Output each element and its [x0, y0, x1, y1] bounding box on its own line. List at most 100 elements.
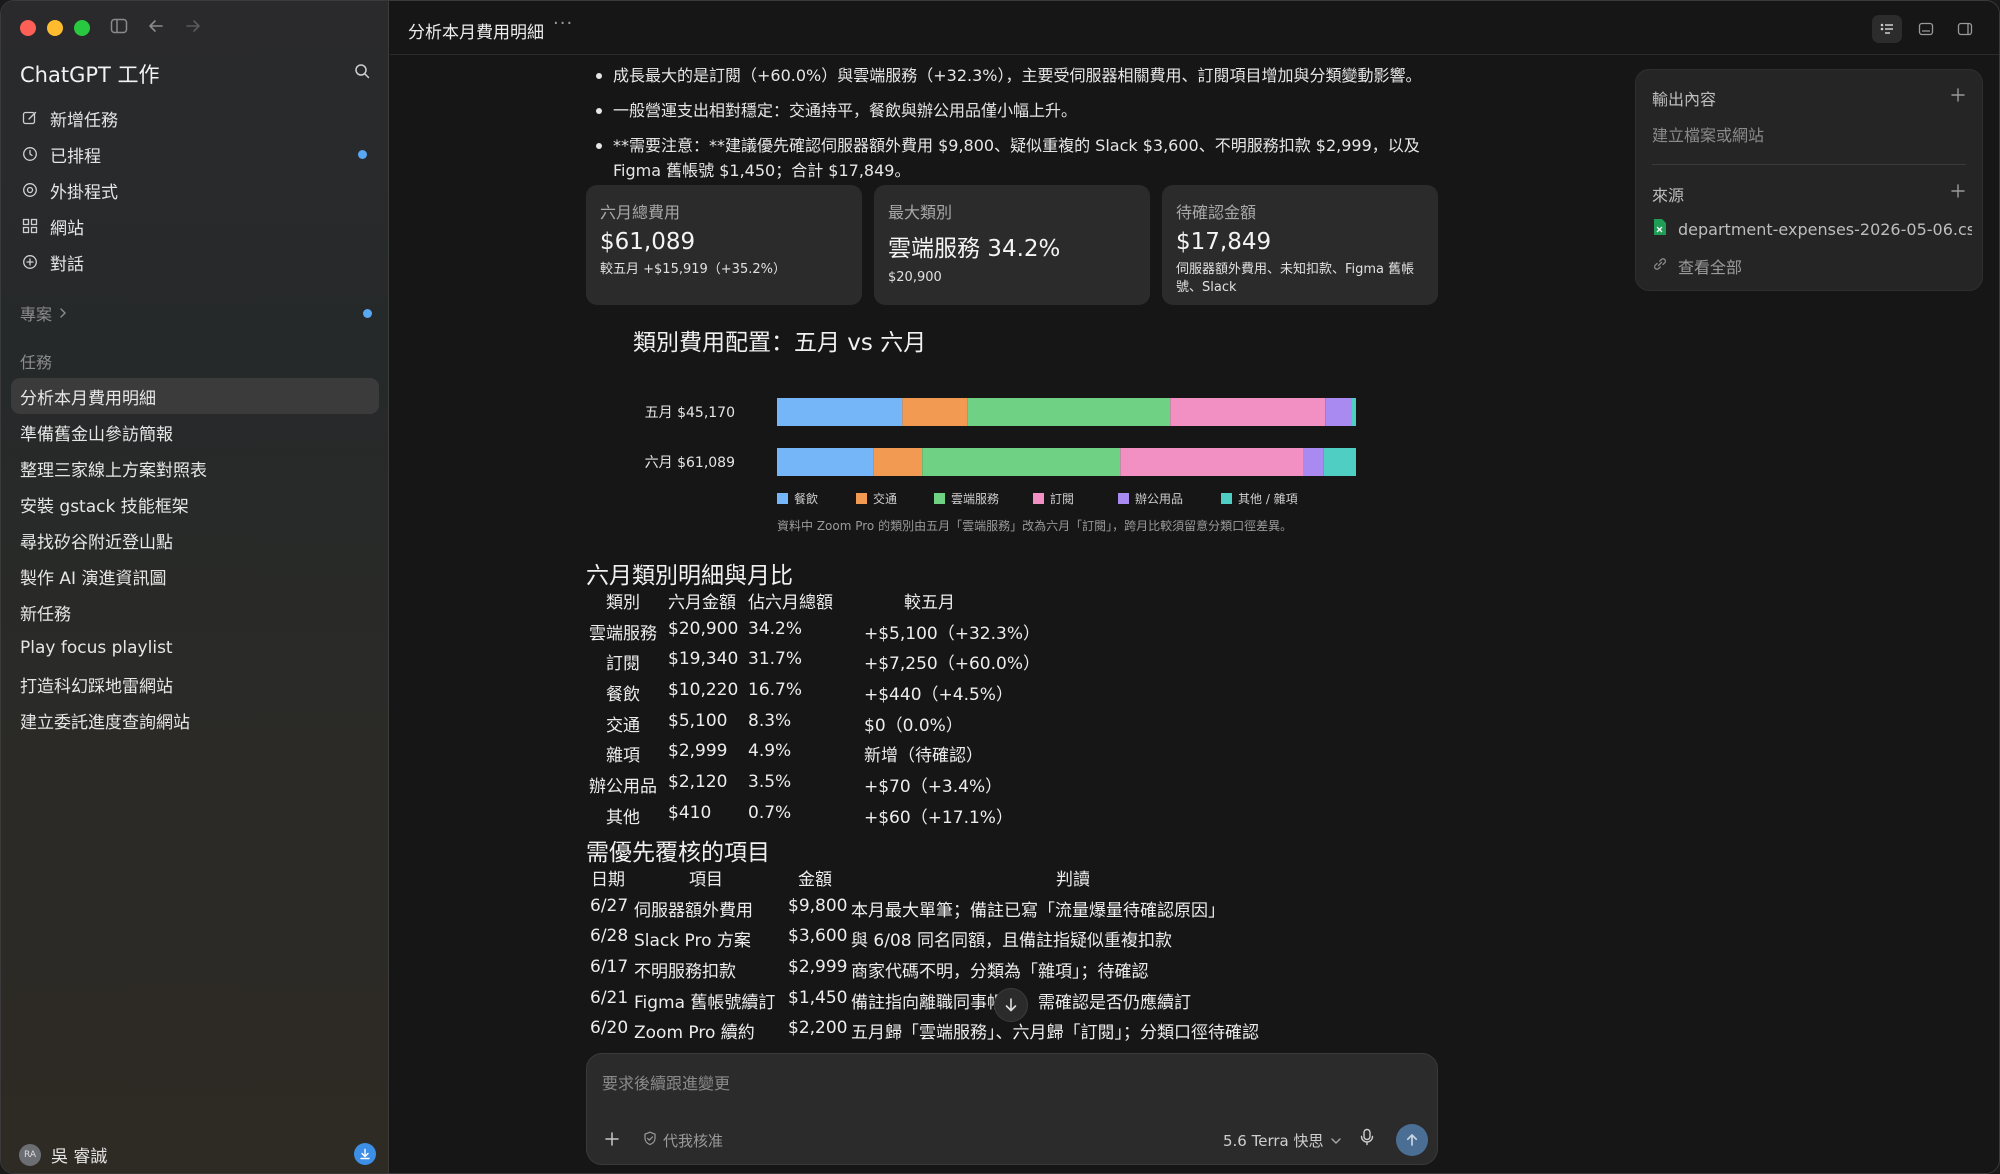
- sidebar: ChatGPT 工作 新增任務 已排程 外掛程式 網站 對話 專案 任務 分析本…: [1, 1, 389, 1173]
- table-cell: 新增（待確認）: [864, 746, 983, 767]
- sidebar-nav: 新增任務 已排程 外掛程式 網站 對話: [11, 100, 379, 280]
- task-item[interactable]: 尋找矽谷附近登山點: [11, 522, 379, 558]
- search-icon[interactable]: [354, 63, 370, 83]
- task-item[interactable]: 分析本月費用明細: [11, 378, 379, 414]
- bar-segment: [777, 448, 874, 476]
- chart-title: 類別費用配置：五月 vs 六月: [633, 330, 927, 356]
- spreadsheet-icon: [1652, 218, 1668, 240]
- bar-segment: [902, 398, 968, 426]
- task-item[interactable]: Play focus playlist: [11, 630, 379, 666]
- table-row: 辦公用品 $2,120 3.5% +$70（+3.4%）: [586, 769, 1086, 800]
- table-cell: 34.2%: [748, 618, 803, 639]
- composer-input[interactable]: 要求後續跟進變更: [602, 1070, 730, 1094]
- terminal-panel-icon[interactable]: [1911, 15, 1941, 43]
- table-row: 6/27 伺服器額外費用 $9,800 本月最大單筆；備註已寫「流量爆量待確認原因」: [586, 893, 1386, 924]
- table-cell: 31.7%: [748, 649, 803, 670]
- kpi-card-total: 六月總費用 $61,089 較五月 +$15,919（+35.2%）: [586, 185, 862, 305]
- chevron-right-icon: [58, 304, 68, 323]
- sidebar-item-label: 新增任務: [50, 110, 118, 131]
- table-cell: 餐飲: [606, 685, 640, 706]
- task-item[interactable]: 新任務: [11, 594, 379, 630]
- kpi-sub: $20,900: [888, 270, 942, 285]
- table-cell: 交通: [606, 715, 640, 736]
- table-cell: 雲端服務: [589, 623, 657, 644]
- model-selector[interactable]: 5.6 Terra 快思: [1223, 1130, 1342, 1151]
- task-item[interactable]: 整理三家線上方案對照表: [11, 450, 379, 486]
- attach-plus-button[interactable]: [604, 1128, 620, 1153]
- minimize-window-button[interactable]: [47, 20, 63, 36]
- column-header: 較五月: [904, 593, 955, 613]
- category-label: 五月 $45,170: [645, 405, 735, 421]
- table-cell: +$70（+3.4%）: [864, 777, 1003, 798]
- table-cell: Slack Pro 方案: [634, 931, 751, 952]
- task-item[interactable]: 安裝 gstack 技能框架: [11, 486, 379, 522]
- shield-check-icon: [643, 1131, 657, 1150]
- legend-swatch: [856, 493, 867, 504]
- unread-dot: [358, 149, 367, 159]
- forward-arrow-icon[interactable]: [184, 17, 202, 40]
- edit-icon: [21, 109, 39, 127]
- task-item[interactable]: 準備舊金山參訪簡報: [11, 414, 379, 450]
- send-button[interactable]: [1396, 1124, 1428, 1156]
- back-arrow-icon[interactable]: [147, 17, 165, 40]
- table-row: 訂閱 $19,340 31.7% +$7,250（+60.0%）: [586, 646, 1086, 677]
- task-item[interactable]: 製作 AI 演進資訊圖: [11, 558, 379, 594]
- close-window-button[interactable]: [20, 20, 36, 36]
- table-cell: 6/28: [590, 926, 629, 947]
- sidebar-item-plugins[interactable]: 外掛程式: [11, 172, 379, 208]
- unread-dot: [363, 308, 372, 318]
- more-options-button[interactable]: ···: [553, 13, 573, 34]
- category-stacked-bar-chart: 五月 $45,170 六月 $61,089 餐飲 交通 雲端服務 訂閱 辦公用品 其他 / 雜…: [645, 398, 1356, 506]
- table-row: 其他 $410 0.7% +$60（+17.1%）: [586, 800, 1086, 831]
- breakdown-table: 類別 六月金額 佔六月總額 較五月 雲端服務 $20,900 34.2% +$5,100（+3…: [586, 585, 1086, 831]
- sidebar-item-new-task[interactable]: 新增任務: [11, 100, 379, 136]
- table-cell: 與 6/08 同名同額，且備註指疑似重複扣款: [851, 931, 1172, 952]
- summary-bullet: 成長最大的是訂閱（+60.0%）與雲端服務（+32.3%），主要受伺服器相關費用…: [586, 63, 1446, 88]
- sidebar-item-sites[interactable]: 網站: [11, 208, 379, 244]
- task-item[interactable]: 建立委託進度查詢網站: [11, 702, 379, 738]
- table-cell: $3,600: [788, 926, 848, 947]
- side-panel-icon[interactable]: [1950, 15, 1980, 43]
- bar-segment: [1323, 448, 1356, 476]
- table-cell: 訂閱: [606, 654, 640, 675]
- microphone-icon[interactable]: [1360, 1128, 1374, 1150]
- table-cell: 雜項: [606, 746, 640, 767]
- kpi-value: 雲端服務 34.2%: [888, 236, 1061, 262]
- task-list-view-icon[interactable]: [1872, 15, 1902, 43]
- sidebar-item-chats[interactable]: 對話: [11, 244, 379, 280]
- zoom-window-button[interactable]: [74, 20, 90, 36]
- legend-label: 雲端服務: [951, 492, 999, 506]
- auto-approve-toggle[interactable]: 代我核准: [643, 1130, 723, 1151]
- link-icon: [1652, 256, 1668, 276]
- legend-swatch: [934, 493, 945, 504]
- task-item[interactable]: 打造科幻踩地雷網站: [11, 666, 379, 702]
- sidebar-item-label: 外掛程式: [50, 182, 118, 203]
- kpi-label: 六月總費用: [600, 203, 681, 222]
- legend-swatch: [1221, 493, 1232, 504]
- sidebar-item-label: 已排程: [50, 146, 101, 167]
- table-row: 6/17 不明服務扣款 $2,999 商家代碼不明，分類為「雜項」；待確認: [586, 954, 1386, 985]
- legend-swatch: [1118, 493, 1129, 504]
- source-file[interactable]: department-expenses-2026-05-06.csv: [1652, 218, 1972, 240]
- table-cell: $410: [668, 802, 712, 823]
- sidebar-item-scheduled[interactable]: 已排程: [11, 136, 379, 172]
- kpi-cards: 六月總費用 $61,089 較五月 +$15,919（+35.2%） 最大類別 …: [586, 185, 1438, 305]
- clock-icon: [21, 145, 39, 163]
- bar-segment: [873, 448, 923, 476]
- table-header-row: 日期 項目 金額 判讀: [586, 862, 1386, 893]
- sidebar-toggle-icon[interactable]: [110, 17, 128, 40]
- at-icon: [21, 181, 39, 199]
- bar-segment: [1325, 398, 1352, 426]
- view-all-sources[interactable]: 查看全部: [1652, 254, 1742, 278]
- user-profile[interactable]: RA 吳 睿誠: [19, 1142, 107, 1167]
- add-source-button[interactable]: [1950, 180, 1966, 205]
- table-row: 6/20 Zoom Pro 續約 $2,200 五月歸「雲端服務」、六月歸「訂閱」；分…: [586, 1015, 1386, 1046]
- auto-approve-label: 代我核准: [663, 1132, 724, 1150]
- category-label: 六月 $61,089: [645, 455, 735, 471]
- download-icon[interactable]: [354, 1143, 376, 1165]
- add-output-button[interactable]: [1950, 84, 1966, 109]
- projects-section-header[interactable]: 專案: [20, 301, 372, 325]
- conversation-content: 成長最大的是訂閱（+60.0%）與雲端服務（+32.3%），主要受伺服器相關費用…: [586, 55, 1446, 1055]
- output-sub[interactable]: 建立檔案或網站: [1652, 122, 1764, 146]
- scroll-to-bottom-button[interactable]: [994, 988, 1028, 1022]
